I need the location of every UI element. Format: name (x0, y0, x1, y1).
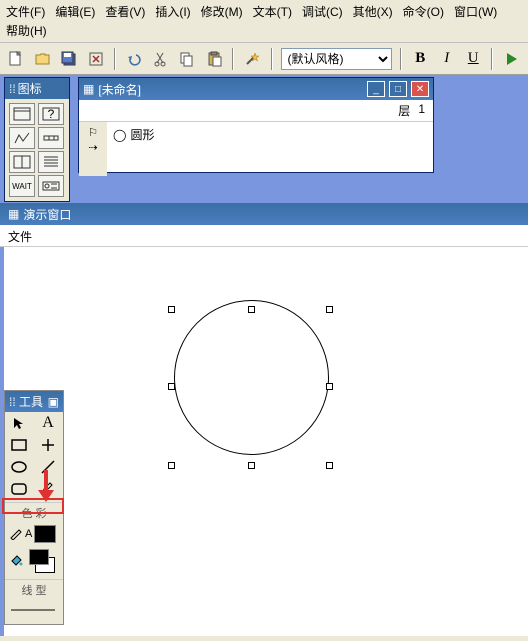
main-menu-bar: 文件(F) 编辑(E) 查看(V) 插入(I) 修改(M) 文本(T) 调试(C… (0, 0, 528, 43)
rounded-rect-tool[interactable] (5, 478, 33, 500)
toolbar-separator (232, 48, 234, 70)
cut-button[interactable] (151, 48, 172, 70)
diagonal-tool[interactable] (34, 456, 62, 478)
pointer-tool[interactable] (5, 412, 33, 434)
toolbar-separator (400, 48, 402, 70)
play-button[interactable] (501, 48, 522, 70)
doc-sidebar-icons: ⚐ ⇢ (79, 122, 107, 176)
palette-tool-3[interactable] (9, 127, 35, 149)
demo-menu-file[interactable]: 文件 (8, 230, 32, 244)
menu-help[interactable]: 帮助(H) (6, 22, 47, 39)
handle-se[interactable] (326, 462, 333, 469)
menu-edit[interactable]: 编辑(E) (55, 3, 95, 20)
grip-icon: ⁞⁞ (9, 82, 16, 96)
menu-text[interactable]: 文本(T) (253, 3, 292, 20)
shape-node-icon: ◯ (113, 128, 126, 142)
menu-debug[interactable]: 调试(C) (302, 3, 343, 20)
handle-w[interactable] (168, 383, 175, 390)
palette-tool-2[interactable]: ? (38, 103, 64, 125)
stroke-color-swatch[interactable] (34, 525, 56, 543)
doc-icon: ▦ (83, 82, 94, 96)
handle-nw[interactable] (168, 306, 175, 313)
line-style-preview[interactable] (5, 600, 63, 620)
copy-button[interactable] (177, 48, 198, 70)
handle-sw[interactable] (168, 462, 175, 469)
tools-palette-title: ⁞⁞ 工具 ▣ (5, 391, 63, 412)
line-tool[interactable] (34, 434, 62, 456)
style-select[interactable]: (默认风格) (281, 48, 392, 70)
layer-value: 1 (418, 102, 425, 119)
menu-modify[interactable]: 修改(M) (201, 3, 243, 20)
icons-palette: ⁞⁞ 图标 ? WAIT (4, 77, 70, 202)
document-window: ▦ [未命名] _ □ ✕ 层 1 ⚐ ⇢ ◯ 圆形 (78, 77, 434, 173)
palette-tool-7[interactable]: WAIT (9, 175, 35, 197)
icons-palette-title: ⁞⁞ 图标 (5, 78, 69, 99)
main-toolbar: (默认风格) B I U (0, 43, 528, 75)
open-file-button[interactable] (33, 48, 54, 70)
close-window-button[interactable]: ✕ (411, 81, 429, 97)
new-file-button[interactable] (6, 48, 27, 70)
italic-button[interactable]: I (436, 48, 457, 70)
document-titlebar[interactable]: ▦ [未命名] _ □ ✕ (79, 78, 433, 100)
fill-bucket-icon (9, 553, 23, 570)
svg-text:?: ? (48, 107, 55, 121)
palette-tool-1[interactable] (9, 103, 35, 125)
handle-ne[interactable] (326, 306, 333, 313)
menu-file[interactable]: 文件(F) (6, 3, 45, 20)
link-icon[interactable]: ⇢ (88, 141, 97, 154)
document-title: [未命名] (98, 81, 141, 98)
save-all-button[interactable] (59, 48, 80, 70)
menu-view[interactable]: 查看(V) (105, 3, 145, 20)
line-section-label: 线 型 (5, 579, 63, 600)
demo-icon: ▦ (8, 207, 19, 221)
toolbar-separator (491, 48, 493, 70)
pencil-tool[interactable] (34, 478, 62, 500)
rectangle-tool[interactable] (5, 434, 33, 456)
palette-tool-4[interactable] (38, 127, 64, 149)
flag-icon[interactable]: ⚐ (88, 126, 98, 139)
text-tool[interactable]: A (34, 412, 62, 434)
bold-button[interactable]: B (410, 48, 431, 70)
handle-n[interactable] (248, 306, 255, 313)
palette-tool-8[interactable] (38, 175, 64, 197)
close-button[interactable] (86, 48, 107, 70)
wand-button[interactable] (242, 48, 263, 70)
underline-button[interactable]: U (463, 48, 484, 70)
toolbar-separator (271, 48, 273, 70)
paste-button[interactable] (204, 48, 225, 70)
menu-insert[interactable]: 插入(I) (155, 3, 190, 20)
minimize-button[interactable]: _ (367, 81, 385, 97)
palette-tool-5[interactable] (9, 151, 35, 173)
tools-palette: ⁞⁞ 工具 ▣ A 色 彩 A 线 型 (4, 390, 64, 625)
layer-label: 层 (398, 102, 410, 119)
collapse-icon[interactable]: ▣ (48, 395, 59, 409)
demo-menu-bar: 文件 (0, 225, 528, 247)
document-tree: ◯ 圆形 (107, 122, 433, 176)
handle-e[interactable] (326, 383, 333, 390)
palette-tool-6[interactable] (38, 151, 64, 173)
color-section-label: 色 彩 (5, 502, 63, 523)
stroke-pencil-icon (9, 526, 23, 543)
ellipse-tool[interactable] (5, 456, 33, 478)
toolbar-separator (114, 48, 116, 70)
menu-other[interactable]: 其他(X) (353, 3, 393, 20)
handle-s[interactable] (248, 462, 255, 469)
menu-command[interactable]: 命令(O) (403, 3, 444, 20)
fill-color-swatch[interactable] (29, 549, 55, 573)
demo-window-titlebar[interactable]: ▦ 演示窗口 (0, 203, 528, 225)
circle-shape[interactable] (174, 300, 329, 455)
menu-window[interactable]: 窗口(W) (454, 3, 497, 20)
tree-item-circle[interactable]: ◯ 圆形 (113, 126, 427, 143)
undo-button[interactable] (124, 48, 145, 70)
stroke-text-icon: A (25, 528, 32, 540)
maximize-button[interactable]: □ (389, 81, 407, 97)
